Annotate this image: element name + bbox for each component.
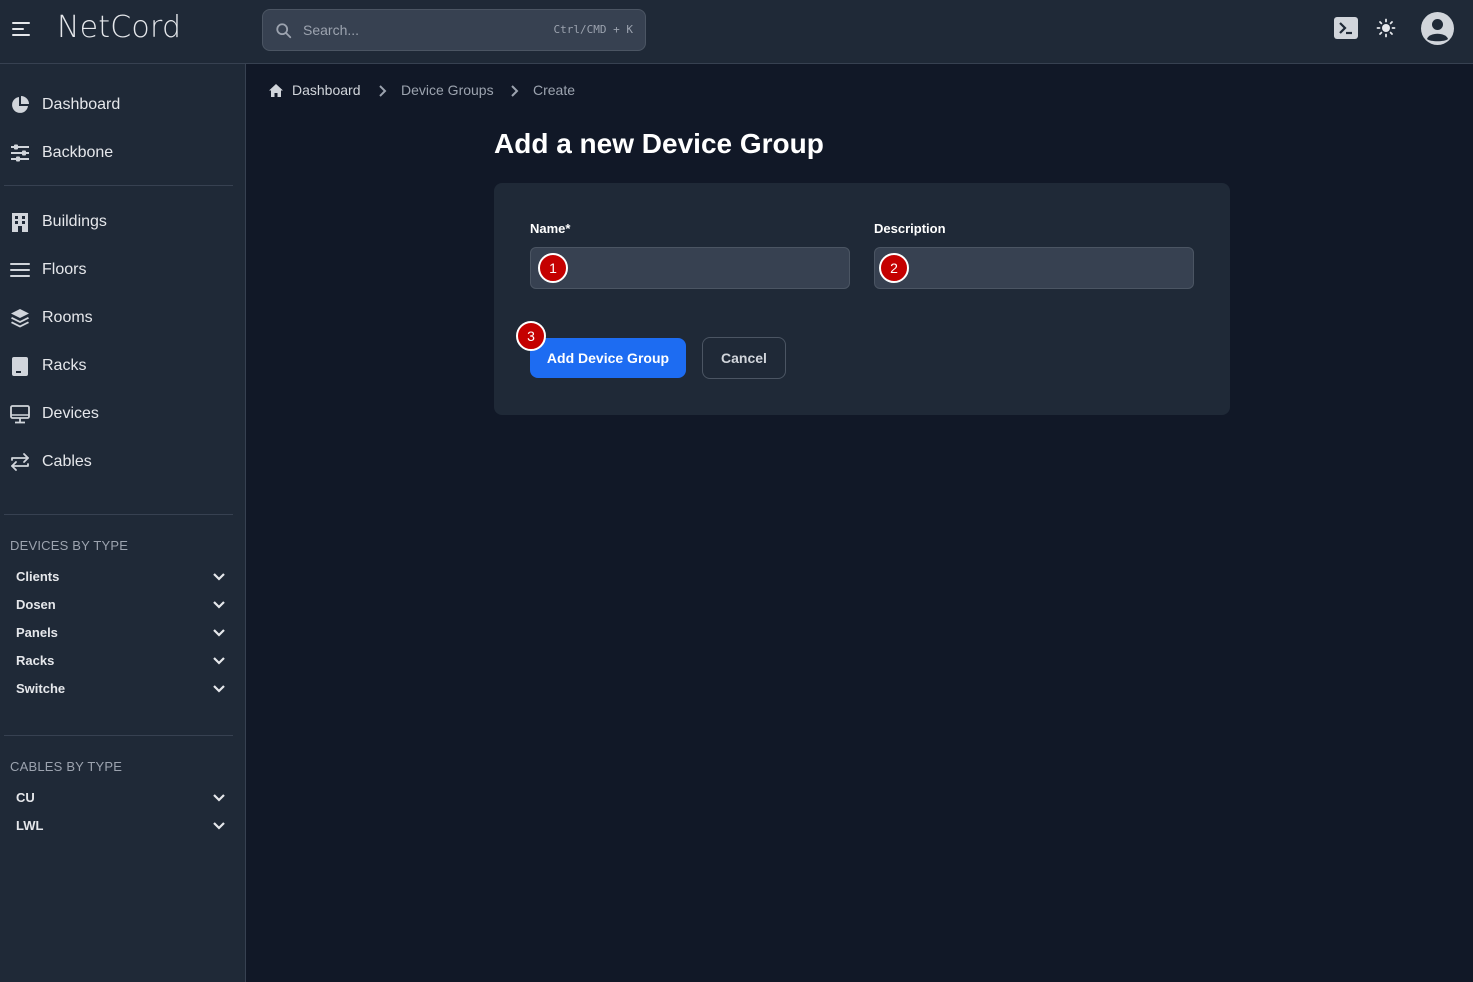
breadcrumb-dashboard[interactable]: Dashboard <box>292 82 361 98</box>
device-type-label: Dosen <box>16 597 56 612</box>
sidebar-item-floors[interactable]: Floors <box>0 248 246 292</box>
device-group-form-card: Name* Description Add Device Group Cance… <box>494 183 1230 415</box>
device-type-label: Switche <box>16 681 66 696</box>
terminal-icon[interactable] <box>1334 17 1358 39</box>
sidebar-item-buildings[interactable]: Buildings <box>0 200 246 244</box>
sidebar-item-devices[interactable]: Devices <box>0 392 246 436</box>
chevron-down-icon <box>213 685 225 693</box>
add-device-group-button[interactable]: Add Device Group <box>530 338 686 378</box>
cancel-button[interactable]: Cancel <box>702 337 786 379</box>
annotation-badge-2: 2 <box>879 253 909 283</box>
sidebar: Dashboard Backbone Buildings Floors Room… <box>0 64 246 982</box>
search-icon <box>276 23 292 39</box>
description-input[interactable] <box>874 247 1194 289</box>
page-title: Add a new Device Group <box>494 128 824 159</box>
chevron-down-icon <box>213 822 225 830</box>
sidebar-item-label: Racks <box>42 357 87 374</box>
description-label: Description <box>874 221 946 236</box>
sliders-icon <box>11 144 29 162</box>
sidebar-item-label: Dashboard <box>42 96 121 113</box>
cable-type-label: LWL <box>16 818 44 833</box>
building-icon <box>12 213 28 232</box>
sidebar-item-label: Buildings <box>42 213 107 230</box>
layers-icon <box>11 309 29 328</box>
sidebar-item-racks[interactable]: Racks <box>0 344 246 388</box>
sidebar-item-backbone[interactable]: Backbone <box>0 131 246 175</box>
annotation-badge-3: 3 <box>516 321 546 351</box>
top-bar: NetCord Ctrl/CMD + K <box>0 0 1473 64</box>
annotation-badge-1: 1 <box>538 253 568 283</box>
cables-by-type-heading: CABLES BY TYPE <box>10 759 123 774</box>
menu-toggle-icon[interactable] <box>12 20 32 38</box>
search-shortcut-hint: Ctrl/CMD + K <box>553 23 633 36</box>
chevron-down-icon <box>213 657 225 665</box>
monitor-icon <box>10 405 30 424</box>
terminal-glyph <box>1339 22 1352 35</box>
rack-icon <box>12 357 28 376</box>
chevron-right-icon <box>511 85 519 97</box>
home-icon[interactable] <box>268 83 284 98</box>
chevron-down-icon <box>213 629 225 637</box>
devices-by-type-heading: DEVICES BY TYPE <box>10 538 129 553</box>
chevron-right-icon <box>379 85 387 97</box>
bars-icon <box>10 263 30 277</box>
device-type-switche[interactable]: Switche <box>0 676 246 702</box>
device-type-racks[interactable]: Racks <box>0 648 246 674</box>
sidebar-item-rooms[interactable]: Rooms <box>0 296 246 340</box>
cable-type-label: CU <box>16 790 35 805</box>
device-type-clients[interactable]: Clients <box>0 564 246 590</box>
chart-pie-icon <box>12 96 29 113</box>
name-label: Name* <box>530 221 571 236</box>
sidebar-item-cables[interactable]: Cables <box>0 440 246 484</box>
device-type-dosen[interactable]: Dosen <box>0 592 246 618</box>
theme-toggle-sun-icon[interactable] <box>1376 18 1396 38</box>
chevron-down-icon <box>213 573 225 581</box>
device-type-label: Racks <box>16 653 55 668</box>
name-input[interactable] <box>530 247 850 289</box>
cable-type-cu[interactable]: CU <box>0 785 246 811</box>
sidebar-item-label: Floors <box>42 261 87 278</box>
sidebar-item-label: Backbone <box>42 144 114 161</box>
arrows-exchange-icon <box>11 453 29 471</box>
device-type-panels[interactable]: Panels <box>0 620 246 646</box>
cable-type-lwl[interactable]: LWL <box>0 813 246 839</box>
sidebar-divider <box>4 514 233 515</box>
brand-logo[interactable]: NetCord <box>57 10 181 45</box>
device-type-label: Panels <box>16 625 58 640</box>
sidebar-divider <box>4 735 233 736</box>
search-input[interactable] <box>303 10 543 50</box>
search-box[interactable]: Ctrl/CMD + K <box>262 9 646 51</box>
user-avatar-icon[interactable] <box>1421 12 1454 45</box>
chevron-down-icon <box>213 794 225 802</box>
sidebar-item-label: Rooms <box>42 309 93 326</box>
breadcrumb-create: Create <box>533 82 576 98</box>
sidebar-item-label: Devices <box>42 405 99 422</box>
device-type-label: Clients <box>16 569 60 584</box>
sidebar-divider <box>4 185 233 186</box>
chevron-down-icon <box>213 601 225 609</box>
breadcrumb-device-groups[interactable]: Device Groups <box>401 82 494 98</box>
sidebar-item-dashboard[interactable]: Dashboard <box>0 83 246 127</box>
sidebar-item-label: Cables <box>42 453 92 470</box>
